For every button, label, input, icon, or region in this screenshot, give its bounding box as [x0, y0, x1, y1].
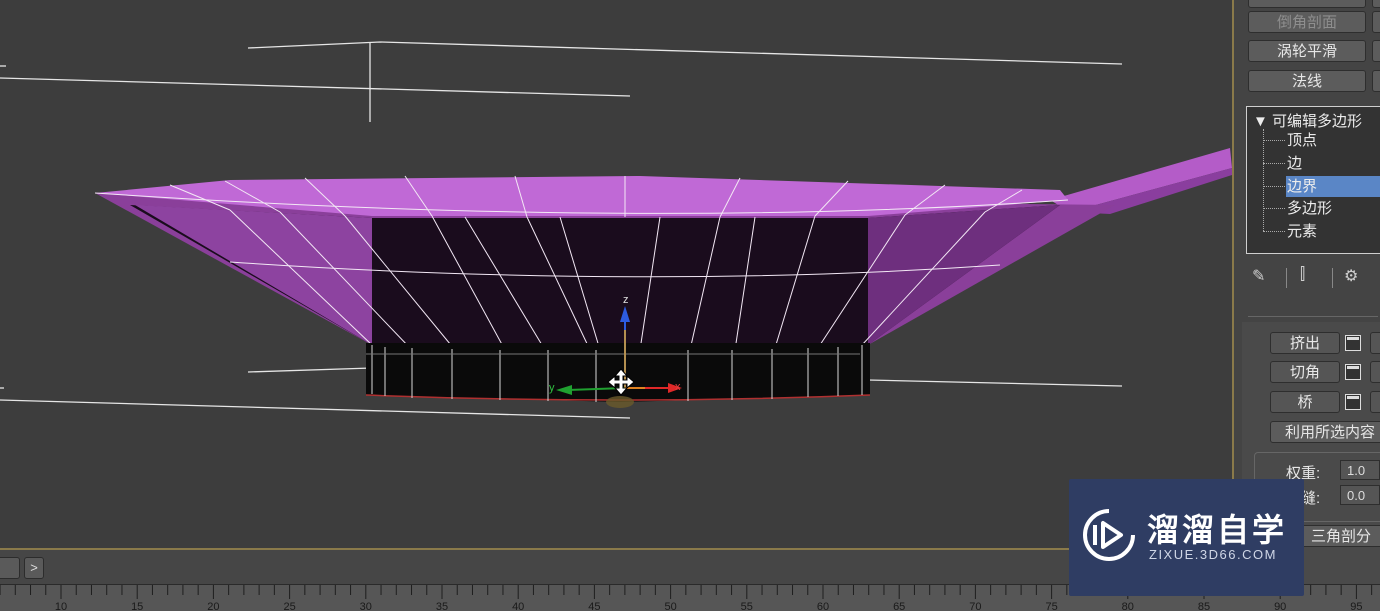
time-slider-thumb[interactable] — [0, 557, 20, 579]
normal-button[interactable]: 法线 — [1248, 70, 1366, 92]
bridge-button[interactable]: 桥 — [1270, 391, 1340, 413]
top-hidden-stub[interactable] — [1372, 0, 1380, 8]
y-axis-label: y — [549, 382, 555, 394]
normal-stub[interactable] — [1372, 70, 1380, 92]
stack-root-label: 可编辑多边形 — [1272, 113, 1363, 130]
use-selection-button[interactable]: 利用所选内容 — [1270, 421, 1380, 443]
chamfer-settings-button[interactable] — [1345, 364, 1361, 380]
crease-field[interactable]: 0.0 — [1340, 485, 1380, 505]
subobject-edge[interactable]: 边 — [1287, 153, 1302, 174]
turbosmooth-stub[interactable] — [1372, 40, 1380, 62]
tree-connector — [1263, 208, 1285, 209]
play-logo-icon — [1083, 509, 1135, 561]
collapse-triangle-icon[interactable]: ▼ — [1253, 113, 1268, 130]
subobject-element[interactable]: 元素 — [1287, 221, 1317, 242]
next-frame-button[interactable]: > — [24, 557, 44, 579]
bevel-profile-stub[interactable] — [1372, 11, 1380, 33]
modifier-icon[interactable]: ⚙ — [1344, 266, 1358, 286]
extrude-stub[interactable] — [1370, 332, 1380, 354]
weight-field[interactable]: 1.0 — [1340, 460, 1380, 480]
toolbar-separator — [1286, 268, 1287, 288]
viewport-scene: z x y — [0, 41, 1232, 419]
pipe-icon[interactable]: ⫿ — [1300, 266, 1305, 284]
subobject-vertex[interactable]: 顶点 — [1287, 130, 1317, 151]
chamfer-stub[interactable] — [1370, 361, 1380, 383]
tree-connector — [1263, 186, 1285, 187]
toolbar-separator — [1332, 268, 1333, 288]
tree-connector — [1263, 163, 1285, 164]
extrude-button[interactable]: 挤出 — [1270, 332, 1340, 354]
x-axis-label: x — [675, 381, 681, 393]
tree-connector — [1263, 231, 1285, 232]
watermark: 溜溜自学 ZIXUE.3D66.COM — [1069, 479, 1304, 596]
subobject-border[interactable]: 边界 — [1286, 176, 1380, 197]
chamfer-button[interactable]: 切角 — [1270, 361, 1340, 383]
extrude-settings-button[interactable] — [1345, 335, 1361, 351]
pin-icon[interactable]: ✎ — [1252, 266, 1265, 286]
watermark-title: 溜溜自学 — [1147, 512, 1288, 548]
top-hidden-button[interactable] — [1248, 0, 1366, 8]
z-axis-label: z — [623, 294, 629, 306]
stack-root[interactable]: ▼ 可编辑多边形 — [1253, 110, 1362, 131]
modifier-stack[interactable]: ▼ 可编辑多边形 顶点 边 边界 多边形 元素 — [1246, 106, 1380, 254]
tree-line — [1263, 129, 1264, 231]
bevel-profile-button[interactable]: 倒角剖面 — [1248, 11, 1366, 33]
bridge-settings-button[interactable] — [1345, 394, 1361, 410]
subobject-polygon[interactable]: 多边形 — [1287, 198, 1332, 219]
turbosmooth-button[interactable]: 涡轮平滑 — [1248, 40, 1366, 62]
watermark-subtitle: ZIXUE.3D66.COM — [1149, 547, 1277, 562]
time-slider-bar — [0, 550, 1234, 584]
rollout-divider — [1248, 316, 1378, 317]
bridge-stub[interactable] — [1370, 391, 1380, 413]
perspective-viewport[interactable]: z x y — [0, 0, 1234, 550]
tree-connector — [1263, 140, 1285, 141]
triangulate-button[interactable]: 三角剖分 — [1296, 525, 1380, 547]
